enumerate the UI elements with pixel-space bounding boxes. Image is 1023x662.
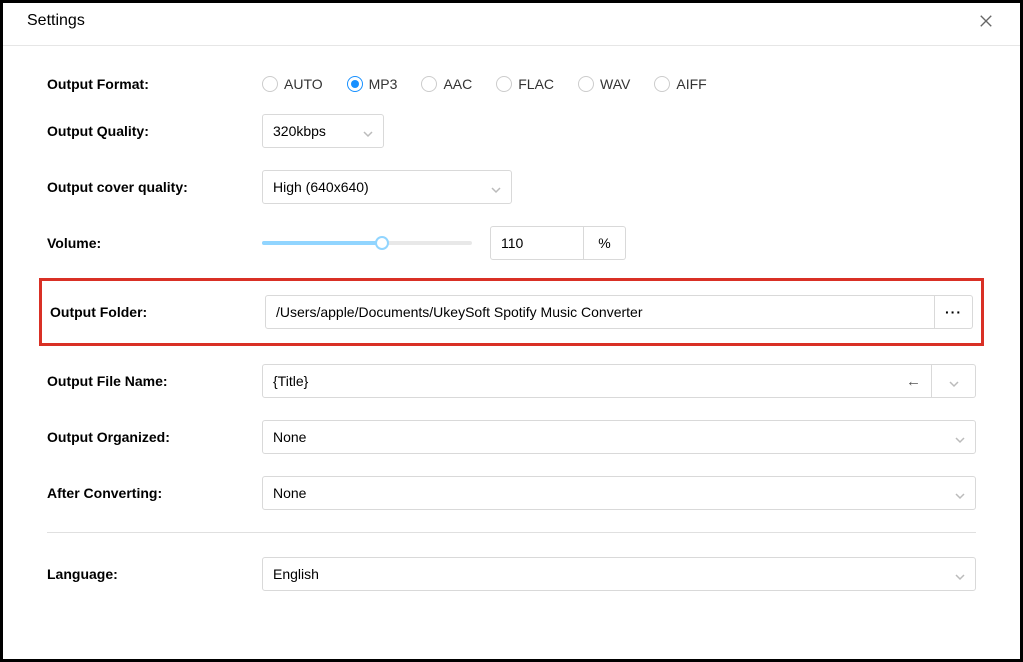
row-language: Language: English	[47, 557, 976, 591]
label-output-folder: Output Folder:	[50, 304, 265, 320]
chevron-down-icon	[491, 182, 501, 192]
label-language: Language:	[47, 566, 262, 582]
label-organized: Output Organized:	[47, 429, 262, 445]
slider-handle[interactable]	[375, 236, 389, 250]
header: Settings	[3, 3, 1020, 46]
radio-label-mp3: MP3	[369, 76, 398, 92]
radio-aac[interactable]: AAC	[421, 76, 472, 92]
volume-suffix: %	[584, 226, 626, 260]
select-value-after: None	[273, 485, 306, 501]
radio-label-auto: AUTO	[284, 76, 323, 92]
ellipsis-icon: ···	[945, 304, 962, 320]
radio-aiff[interactable]: AIFF	[654, 76, 706, 92]
row-after-converting: After Converting: None	[47, 476, 976, 510]
row-file-name: Output File Name: {Title} ←	[47, 364, 976, 398]
radio-mp3[interactable]: MP3	[347, 76, 398, 92]
chevron-down-icon	[955, 488, 965, 498]
select-value-language: English	[273, 566, 319, 582]
label-file-name: Output File Name:	[47, 373, 262, 389]
label-output-format: Output Format:	[47, 76, 262, 92]
label-output-quality: Output Quality:	[47, 123, 262, 139]
radio-label-flac: FLAC	[518, 76, 554, 92]
header-title: Settings	[27, 12, 85, 30]
row-cover-quality: Output cover quality: High (640x640)	[47, 170, 976, 204]
chevron-down-icon	[949, 376, 959, 386]
volume-slider[interactable]	[262, 235, 472, 251]
row-output-folder: Output Folder: ···	[39, 278, 984, 346]
label-cover-quality: Output cover quality:	[47, 179, 262, 195]
row-output-format: Output Format: AUTO MP3 AAC	[47, 76, 976, 92]
format-radio-group: AUTO MP3 AAC FLAC	[262, 76, 707, 92]
volume-input[interactable]	[490, 226, 584, 260]
chevron-down-icon	[955, 432, 965, 442]
row-output-quality: Output Quality: 320kbps	[47, 114, 976, 148]
radio-wav[interactable]: WAV	[578, 76, 630, 92]
file-name-input[interactable]: {Title} ←	[262, 364, 932, 398]
select-cover-quality[interactable]: High (640x640)	[262, 170, 512, 204]
arrow-left-icon: ←	[906, 373, 921, 390]
section-divider	[47, 532, 976, 533]
select-after-converting[interactable]: None	[262, 476, 976, 510]
chevron-down-icon	[363, 126, 373, 136]
radio-label-wav: WAV	[600, 76, 630, 92]
row-volume: Volume: %	[47, 226, 976, 260]
row-organized: Output Organized: None	[47, 420, 976, 454]
radio-auto[interactable]: AUTO	[262, 76, 323, 92]
label-volume: Volume:	[47, 235, 262, 251]
select-value-organized: None	[273, 429, 306, 445]
close-button[interactable]	[976, 11, 996, 31]
output-folder-input[interactable]	[265, 295, 935, 329]
file-name-value: {Title}	[273, 373, 308, 389]
select-language[interactable]: English	[262, 557, 976, 591]
radio-label-aiff: AIFF	[676, 76, 706, 92]
select-value-cover: High (640x640)	[273, 179, 369, 195]
select-organized[interactable]: None	[262, 420, 976, 454]
file-name-dropdown-button[interactable]	[932, 364, 976, 398]
settings-content: Output Format: AUTO MP3 AAC	[3, 46, 1020, 659]
browse-folder-button[interactable]: ···	[935, 295, 973, 329]
chevron-down-icon	[955, 569, 965, 579]
close-icon	[979, 14, 993, 28]
radio-label-aac: AAC	[443, 76, 472, 92]
label-after-converting: After Converting:	[47, 485, 262, 501]
radio-flac[interactable]: FLAC	[496, 76, 554, 92]
select-output-quality[interactable]: 320kbps	[262, 114, 384, 148]
settings-window: Settings Output Format: AUTO MP3	[0, 0, 1023, 662]
select-value-quality: 320kbps	[273, 123, 326, 139]
